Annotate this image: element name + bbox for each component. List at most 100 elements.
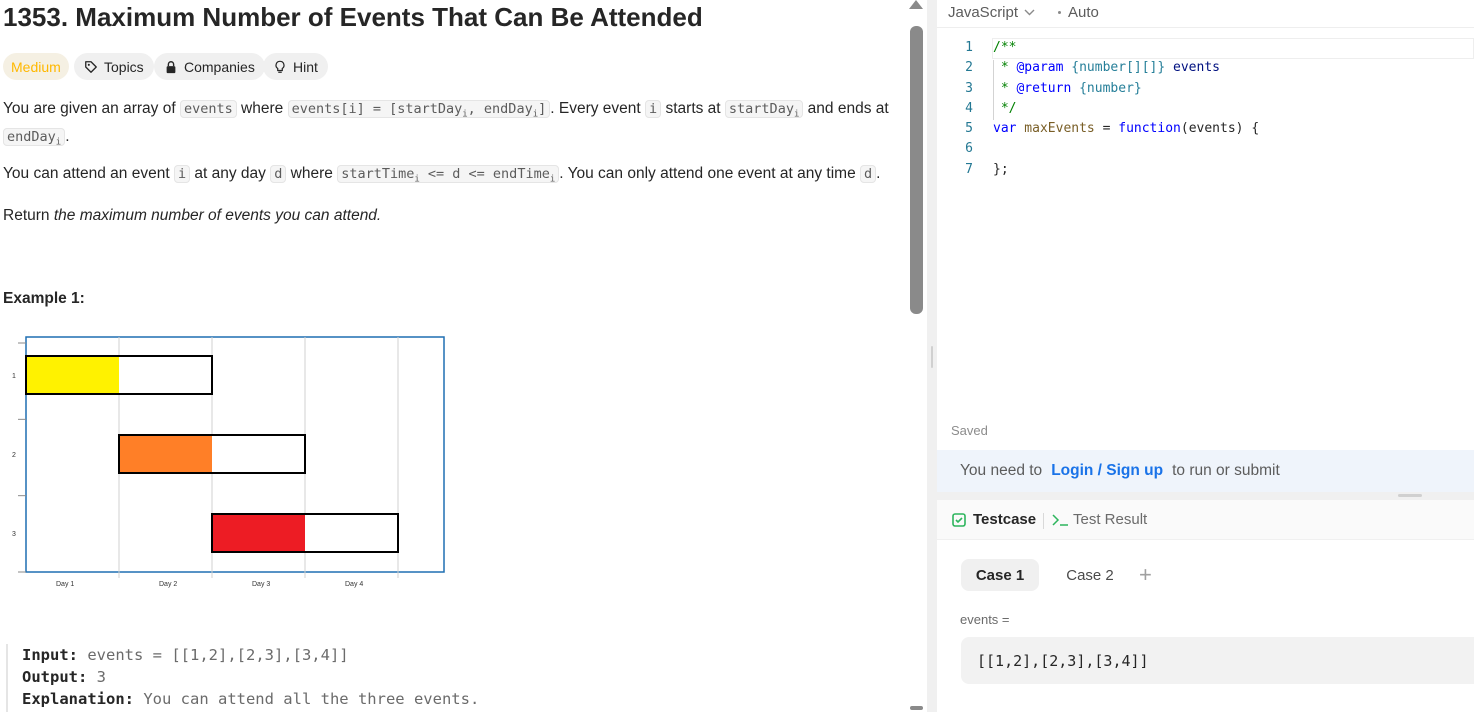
scroll-up-arrow-icon[interactable] xyxy=(909,0,923,9)
login-signup-link[interactable]: Login / Sign up xyxy=(1051,462,1163,480)
code-line: * @param {number[][]} events xyxy=(993,60,1220,80)
example-input: Input: events = [[1,2],[2,3],[3,4]] xyxy=(22,644,886,666)
code-sub: i xyxy=(793,109,800,120)
inline-code: startTimei <= d <= endTimei xyxy=(337,165,560,185)
code-token: @param xyxy=(1016,60,1064,75)
x-tick-label: Day 3 xyxy=(252,581,270,588)
testcase-variable-input[interactable]: [[1,2],[2,3],[3,4]] xyxy=(961,637,1474,684)
y-tick-label: 1 xyxy=(12,373,16,380)
difficulty-badge: Medium xyxy=(3,53,69,80)
code-token: var xyxy=(993,121,1017,136)
companies-chip[interactable]: Companies xyxy=(154,53,265,80)
chevron-down-icon xyxy=(1024,9,1035,16)
lightbulb-icon xyxy=(275,60,285,73)
tab-testcase[interactable]: Testcase xyxy=(952,511,1036,528)
para-text: and ends at xyxy=(803,100,889,117)
code-part: startTime xyxy=(341,166,415,182)
hint-label: Hint xyxy=(293,58,318,75)
testcase-variable-label: events = xyxy=(960,612,1010,627)
para-text: . Every event xyxy=(550,100,646,117)
companies-label: Companies xyxy=(184,58,255,75)
example-block: Input: events = [[1,2],[2,3],[3,4]] Outp… xyxy=(6,644,886,712)
topics-label: Topics xyxy=(104,58,144,75)
problem-paragraph-3: Return the maximum number of events you … xyxy=(3,205,381,227)
problem-title: 1353. Maximum Number of Events That Can … xyxy=(3,2,703,32)
code-token: {number} xyxy=(1079,81,1142,96)
dot-icon xyxy=(1058,11,1061,14)
para-text: at any day xyxy=(190,165,271,182)
inline-code: i xyxy=(173,165,191,183)
para-text: You can attend an event xyxy=(3,165,174,182)
topics-chip[interactable]: Topics xyxy=(74,53,154,80)
code-line: var maxEvents = function(events) { xyxy=(993,121,1259,141)
inline-code: endDayi xyxy=(3,127,66,148)
inline-code: events[i] = [startDayi, endDayi] xyxy=(287,100,551,120)
para-text: where xyxy=(286,165,338,182)
code-part: <= d <= endTime xyxy=(419,166,550,182)
para-text: You are given an array of xyxy=(3,100,180,117)
panel-grip-icon[interactable] xyxy=(1398,494,1422,497)
panel-resize-divider[interactable] xyxy=(937,492,1474,500)
code-token: events xyxy=(1165,60,1220,75)
code-sub: i xyxy=(549,174,556,185)
code-line: }; xyxy=(993,162,1009,182)
line-number: 7 xyxy=(965,162,973,177)
code-part: endDay xyxy=(7,128,56,145)
hint-chip[interactable]: Hint xyxy=(263,53,328,80)
login-banner: You need to Login / Sign up to run or su… xyxy=(937,450,1474,492)
code-token: {number[][]} xyxy=(1071,60,1166,75)
x-tick-label: Day 2 xyxy=(159,581,177,588)
x-tick-label: Day 4 xyxy=(345,581,363,588)
code-part: ] xyxy=(538,101,547,117)
para-text: . You can only attend one event at any t… xyxy=(559,165,860,182)
explanation-value: You can attend all the three events. xyxy=(143,690,480,708)
input-value: events = [[1,2],[2,3],[3,4]] xyxy=(87,646,349,664)
language-label: JavaScript xyxy=(948,4,1019,21)
inline-code: d xyxy=(860,165,877,183)
problem-paragraph-1: You are given an array of events where e… xyxy=(3,98,893,153)
para-text: . xyxy=(876,165,881,182)
code-token: }; xyxy=(993,162,1009,177)
code-token: /** xyxy=(993,40,1017,55)
code-line: */ xyxy=(993,101,1017,121)
code-token: function xyxy=(1118,121,1181,136)
code-token: * xyxy=(993,81,1017,96)
current-line-highlight xyxy=(992,38,1474,59)
scrollbar-thumb[interactable] xyxy=(910,26,923,314)
y-tick-label: 2 xyxy=(12,452,16,459)
divider-grip-icon[interactable] xyxy=(931,346,933,368)
problem-description-pane: 1353. Maximum Number of Events That Can … xyxy=(0,0,906,712)
add-case-plus-icon[interactable]: + xyxy=(1139,562,1152,588)
explanation-label: Explanation: xyxy=(22,690,134,708)
language-select[interactable]: JavaScript xyxy=(948,4,1035,21)
tab-test-result[interactable]: Test Result xyxy=(1051,511,1147,528)
inline-code: d xyxy=(270,165,287,183)
auto-mode-indicator[interactable]: Auto xyxy=(1058,4,1099,21)
line-number: 6 xyxy=(965,141,973,156)
example-explanation: Explanation: You can attend all the thre… xyxy=(22,688,886,710)
example-gantt-chart: 1 2 3 Day 1 Day 2 Day 3 Day 4 xyxy=(12,336,445,588)
line-number: 5 xyxy=(965,121,973,136)
editor-toolbar: JavaScript Auto xyxy=(937,0,1474,28)
tab-testcase-label: Testcase xyxy=(973,511,1037,528)
event-bar-fill xyxy=(213,515,305,551)
event-bar-fill xyxy=(27,357,119,393)
scroll-down-arrow-icon[interactable] xyxy=(910,706,923,710)
code-editor-pane: JavaScript Auto 1 2 3 4 5 6 7 /** * @par… xyxy=(937,0,1474,712)
case-2-tab[interactable]: Case 2 xyxy=(1053,559,1127,591)
para-text: . xyxy=(65,127,70,145)
code-part: startDay xyxy=(728,101,794,117)
code-sub: i xyxy=(55,137,62,148)
case-1-tab[interactable]: Case 1 xyxy=(961,559,1039,591)
output-value: 3 xyxy=(96,668,107,686)
inline-code: events xyxy=(179,100,237,118)
code-token: * xyxy=(993,60,1017,75)
mode-label: Auto xyxy=(1068,4,1099,21)
para-text: starts at xyxy=(661,100,725,117)
y-tick-label: 3 xyxy=(12,531,16,538)
example-title: Example 1: xyxy=(3,290,85,307)
login-suffix: to run or submit xyxy=(1172,462,1280,479)
tag-icon xyxy=(85,60,97,73)
code-part: , endDay xyxy=(467,101,533,117)
